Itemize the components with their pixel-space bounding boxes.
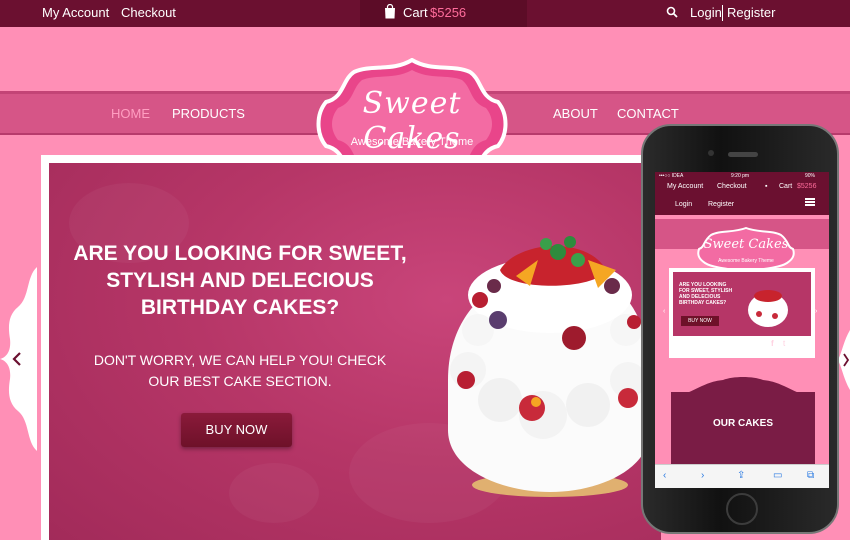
- phone-battery: 90%: [805, 173, 816, 179]
- phone-facebook-icon[interactable]: f: [771, 339, 774, 348]
- phone-cart-total: $5256: [797, 183, 817, 190]
- search-icon[interactable]: [666, 6, 678, 21]
- phone-cart-label[interactable]: Cart: [779, 183, 792, 190]
- phone-our-cakes-section: OUR CAKES: [671, 392, 815, 466]
- phone-our-cakes-title: OUR CAKES: [712, 418, 773, 429]
- phone-chevron-left-icon[interactable]: ‹: [663, 308, 665, 315]
- checkout-link[interactable]: Checkout: [121, 5, 176, 20]
- nav-item-about[interactable]: ABOUT: [553, 106, 598, 121]
- phone-logo[interactable]: Sweet Cakes Awesome Bakery Theme: [697, 226, 795, 273]
- login-link[interactable]: Login: [690, 5, 722, 20]
- phone-register-link[interactable]: Register: [708, 201, 734, 208]
- browser-bookmarks-icon[interactable]: ▭: [773, 470, 782, 481]
- phone-browser-toolbar: ‹ › ⇪ ▭ ⧉: [655, 464, 829, 488]
- hamburger-menu-icon[interactable]: [805, 198, 815, 206]
- slider-next-button[interactable]: [838, 330, 850, 390]
- slider-prev-button[interactable]: [0, 267, 37, 451]
- phone-slider-dots[interactable]: [685, 340, 729, 358]
- buy-now-button[interactable]: BUY NOW: [181, 413, 292, 447]
- register-link[interactable]: Register: [727, 5, 775, 20]
- phone-buy-now-button[interactable]: BUY NOW: [681, 316, 719, 326]
- hero-subtext: DON'T WORRY, WE CAN HELP YOU! CHECK OUR …: [93, 352, 387, 389]
- my-account-link[interactable]: My Account: [42, 5, 109, 20]
- browser-forward-icon[interactable]: ›: [701, 470, 704, 481]
- nav-item-products[interactable]: PRODUCTS: [172, 106, 245, 121]
- top-bar: My Account Checkout Cart $5256 Login Reg…: [0, 0, 850, 27]
- phone-logo-tagline: Awesome Bakery Theme: [718, 258, 774, 264]
- login-register-divider: [722, 5, 723, 21]
- phone-speaker: [728, 152, 758, 157]
- phone-signal: •••○○ IDEA: [659, 173, 684, 179]
- cart-total: $5256: [430, 5, 467, 20]
- phone-shopping-bag-icon: ▪: [765, 183, 768, 190]
- phone-chevron-right-icon[interactable]: ›: [815, 308, 817, 315]
- phone-hero-slide: ARE YOU LOOKING FOR SWEET, STYLISH AND D…: [673, 272, 811, 336]
- phone-my-account-link[interactable]: My Account: [667, 183, 703, 190]
- phone-mockup: •••○○ IDEA 9:20 pm 90% My Account Checko…: [641, 124, 839, 534]
- nav-item-contact[interactable]: CONTACT: [617, 106, 679, 121]
- phone-logo-script: Sweet Cakes: [703, 237, 789, 252]
- phone-login-link[interactable]: Login: [675, 201, 692, 208]
- nav-item-home[interactable]: HOME: [111, 106, 150, 121]
- phone-twitter-icon[interactable]: t: [783, 339, 785, 348]
- phone-cake-image: [748, 290, 788, 327]
- shopping-bag-icon: [384, 3, 396, 22]
- phone-status-bar: •••○○ IDEA 9:20 pm 90%: [655, 172, 829, 180]
- browser-tabs-icon[interactable]: ⧉: [807, 470, 814, 481]
- phone-home-button[interactable]: [726, 493, 758, 525]
- browser-share-icon[interactable]: ⇪: [737, 470, 745, 481]
- logo-tagline: Awesome Bakery Theme: [350, 136, 474, 148]
- phone-hero-headline: ARE YOU LOOKING FOR SWEET, STYLISH AND D…: [679, 282, 733, 306]
- phone-time: 9:20 pm: [731, 173, 750, 179]
- cart-label[interactable]: Cart: [403, 5, 428, 20]
- browser-back-icon[interactable]: ‹: [663, 470, 666, 481]
- cake-image: [438, 230, 658, 500]
- phone-screen: •••○○ IDEA 9:20 pm 90% My Account Checko…: [655, 172, 829, 488]
- phone-camera: [708, 150, 714, 156]
- hero-headline: ARE YOU LOOKING FOR SWEET, STYLISH AND D…: [73, 242, 407, 319]
- phone-share-on-label: SHARE ON: [725, 340, 762, 347]
- phone-checkout-link[interactable]: Checkout: [717, 183, 747, 190]
